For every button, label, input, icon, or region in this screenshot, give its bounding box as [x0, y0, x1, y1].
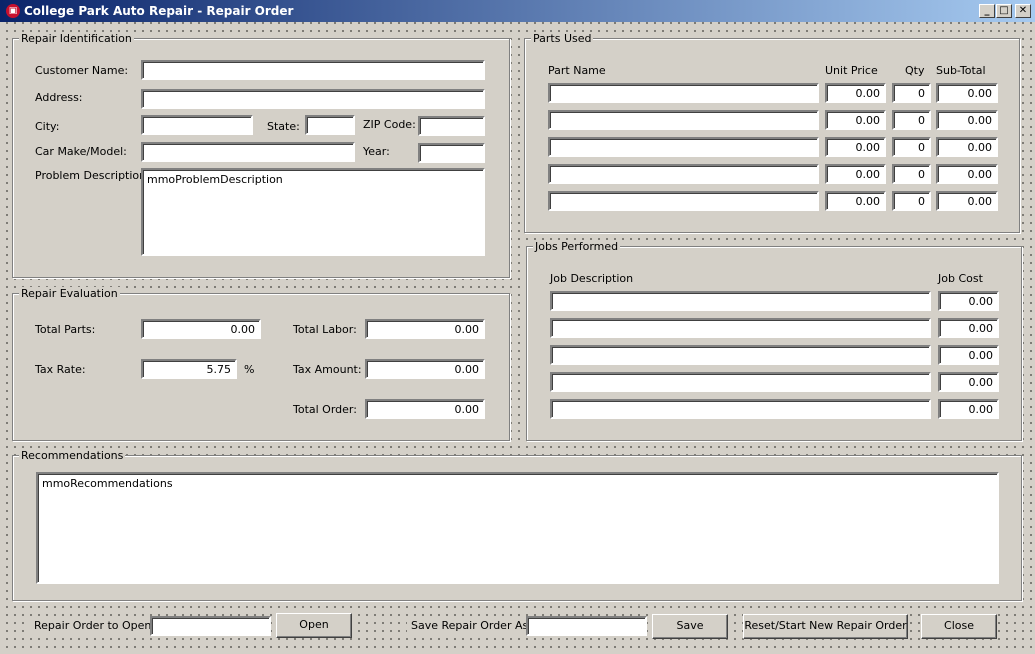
problem-description-memo[interactable]: mmoProblemDescription	[141, 168, 485, 256]
recommendations-memo[interactable]: mmoRecommendations	[36, 472, 999, 584]
total-parts-field[interactable]: 0.00	[141, 319, 261, 339]
part-name-input[interactable]	[548, 83, 819, 103]
qty-input[interactable]: 0	[892, 83, 931, 103]
total-order-label: Total Order:	[293, 403, 357, 416]
job-cost-input[interactable]: 0.00	[938, 318, 999, 338]
address-input[interactable]	[141, 89, 485, 109]
part-name-input[interactable]	[548, 137, 819, 157]
year-input[interactable]	[418, 143, 485, 163]
jobs-performed-group: Jobs Performed Job Description Job Cost …	[526, 240, 1022, 441]
car-make-model-label: Car Make/Model:	[35, 145, 127, 158]
subtotal-field[interactable]: 0.00	[936, 110, 998, 130]
recommendations-group: Recommendations mmoRecommendations	[12, 449, 1022, 601]
subtotal-field[interactable]: 0.00	[936, 191, 998, 211]
problem-description-label: Problem Description:	[35, 169, 150, 182]
repair-identification-legend: Repair Identification	[19, 32, 134, 45]
zip-code-input[interactable]	[418, 116, 485, 136]
reset-new-repair-order-button[interactable]: Reset/Start New Repair Order	[743, 614, 908, 639]
save-repair-order-as-input[interactable]	[526, 616, 647, 636]
repair-identification-group: Repair Identification Customer Name: Add…	[12, 32, 510, 278]
close-icon[interactable]: ✕	[1015, 4, 1031, 18]
subtotal-field[interactable]: 0.00	[936, 137, 998, 157]
title-bar: ▣ College Park Auto Repair - Repair Orde…	[0, 0, 1035, 22]
total-order-field[interactable]: 0.00	[365, 399, 485, 419]
repair-evaluation-legend: Repair Evaluation	[19, 287, 120, 300]
unit-price-input[interactable]: 0.00	[825, 83, 886, 103]
car-make-model-input[interactable]	[141, 142, 355, 162]
city-input[interactable]	[141, 115, 253, 135]
repair-order-to-open-label: Repair Order to Open:	[30, 619, 160, 632]
unit-price-input[interactable]: 0.00	[825, 110, 886, 130]
part-name-header: Part Name	[548, 64, 606, 77]
part-name-input[interactable]	[548, 191, 819, 211]
repair-evaluation-group: Repair Evaluation Total Parts: 0.00 Tota…	[12, 287, 510, 441]
year-label: Year:	[363, 145, 390, 158]
job-cost-input[interactable]: 0.00	[938, 291, 999, 311]
open-button[interactable]: Open	[276, 613, 352, 638]
tax-amount-label: Tax Amount:	[293, 363, 362, 376]
repair-order-to-open-input[interactable]	[150, 616, 271, 636]
job-description-input[interactable]	[550, 372, 931, 392]
close-button[interactable]: Close	[921, 614, 997, 639]
total-labor-field[interactable]: 0.00	[365, 319, 485, 339]
job-description-input[interactable]	[550, 399, 931, 419]
address-label: Address:	[35, 91, 83, 104]
job-description-input[interactable]	[550, 291, 931, 311]
jobs-performed-legend: Jobs Performed	[533, 240, 621, 253]
app-icon: ▣	[6, 4, 20, 18]
qty-input[interactable]: 0	[892, 191, 931, 211]
unit-price-input[interactable]: 0.00	[825, 137, 886, 157]
qty-input[interactable]: 0	[892, 137, 931, 157]
qty-input[interactable]: 0	[892, 110, 931, 130]
city-label: City:	[35, 120, 60, 133]
maximize-icon[interactable]: □	[996, 4, 1012, 18]
tax-rate-label: Tax Rate:	[35, 363, 86, 376]
job-cost-header: Job Cost	[938, 272, 983, 285]
tax-rate-input[interactable]: 5.75	[141, 359, 237, 379]
window-title: College Park Auto Repair - Repair Order	[24, 4, 294, 18]
job-cost-input[interactable]: 0.00	[938, 399, 999, 419]
job-description-input[interactable]	[550, 318, 931, 338]
recommendations-legend: Recommendations	[19, 449, 126, 462]
unit-price-input[interactable]: 0.00	[825, 191, 886, 211]
unit-price-input[interactable]: 0.00	[825, 164, 886, 184]
total-parts-label: Total Parts:	[35, 323, 96, 336]
qty-input[interactable]: 0	[892, 164, 931, 184]
bottom-action-bar: Repair Order to Open: Open Save Repair O…	[0, 604, 1035, 654]
minimize-icon[interactable]: _	[979, 4, 995, 18]
save-button[interactable]: Save	[652, 614, 728, 639]
save-repair-order-as-label: Save Repair Order As:	[407, 619, 536, 632]
customer-name-label: Customer Name:	[35, 64, 129, 77]
subtotal-field[interactable]: 0.00	[936, 164, 998, 184]
parts-used-legend: Parts Used	[531, 32, 594, 45]
subtotal-header: Sub-Total	[936, 64, 986, 77]
parts-used-group: Parts Used Part Name Unit Price Qty Sub-…	[524, 32, 1020, 233]
part-name-input[interactable]	[548, 110, 819, 130]
job-cost-input[interactable]: 0.00	[938, 345, 999, 365]
tax-amount-field[interactable]: 0.00	[365, 359, 485, 379]
zip-code-label: ZIP Code:	[363, 118, 416, 131]
unit-price-header: Unit Price	[825, 64, 878, 77]
state-input[interactable]	[305, 115, 355, 135]
total-labor-label: Total Labor:	[293, 323, 357, 336]
job-description-header: Job Description	[550, 272, 634, 285]
percent-sign: %	[244, 363, 255, 376]
customer-name-input[interactable]	[141, 60, 485, 80]
qty-header: Qty	[905, 64, 925, 77]
part-name-input[interactable]	[548, 164, 819, 184]
job-cost-input[interactable]: 0.00	[938, 372, 999, 392]
subtotal-field[interactable]: 0.00	[936, 83, 998, 103]
job-description-input[interactable]	[550, 345, 931, 365]
state-label: State:	[267, 120, 300, 133]
